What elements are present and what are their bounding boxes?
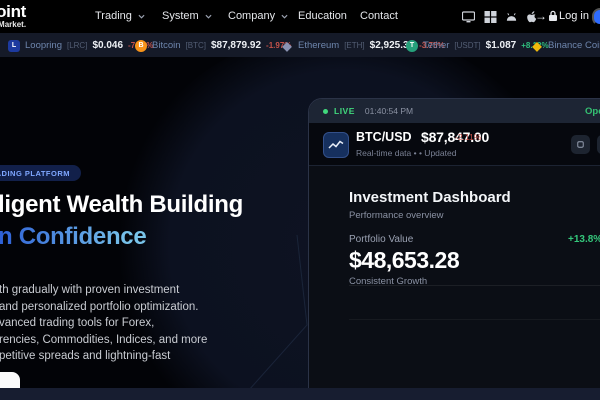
pair-subtext: Real-time data • • Updated bbox=[356, 148, 457, 158]
ticker-name: Bitcoin bbox=[152, 40, 181, 51]
logo-line2: Market. bbox=[0, 20, 27, 29]
nav-item-label: System bbox=[162, 10, 199, 22]
ticker-code: [LRC] bbox=[66, 41, 88, 50]
android-icon[interactable] bbox=[505, 11, 518, 23]
nav-item-education[interactable]: Education bbox=[298, 10, 347, 22]
lock-icon bbox=[549, 10, 557, 21]
login-link[interactable]: Log in bbox=[559, 10, 589, 22]
live-status-bar: LIVE 01:40:54 PM Open bbox=[309, 99, 600, 123]
loopring-icon: L bbox=[8, 39, 20, 52]
nav-item-system[interactable]: System bbox=[162, 10, 212, 22]
crypto-ticker-bar: L Loopring [LRC] $0.046 -7.28% B Bitcoin… bbox=[0, 33, 600, 57]
nav-item-label: Contact bbox=[360, 10, 398, 22]
paragraph-line: vanced trading tools for Forex, bbox=[0, 317, 155, 329]
pair-change: -2.11% bbox=[455, 132, 482, 142]
hero-badge: TRADING PLATFORM bbox=[0, 165, 81, 181]
next-section-strip bbox=[0, 388, 600, 400]
paragraph-line: and personalized portfolio optimization. bbox=[0, 300, 199, 313]
chevron-down-icon bbox=[281, 14, 288, 19]
ethereum-icon: ◆ bbox=[282, 38, 292, 53]
ticker-price: $87,879.92 bbox=[210, 40, 262, 51]
tether-icon: T bbox=[406, 39, 418, 52]
paragraph-line: petitive spreads and lightning-fast bbox=[0, 350, 171, 362]
nav-cta-button[interactable] bbox=[592, 8, 600, 26]
ticker-name: Loopring bbox=[25, 40, 62, 51]
paragraph-line: rencies, Commodities, Indices, and more bbox=[0, 333, 208, 346]
brand-logo[interactable]: point Market. bbox=[0, 3, 26, 29]
ticker-item[interactable]: B Bitcoin [BTC] $87,879.92 -1.97% bbox=[135, 39, 291, 52]
ticker-name: Binance Coin bbox=[548, 40, 600, 51]
live-label: LIVE bbox=[334, 106, 355, 116]
pair-label: BTC/USD bbox=[356, 130, 412, 144]
binance-icon: ◆ bbox=[532, 38, 542, 53]
nav-item-label: Company bbox=[228, 10, 276, 22]
hero-paragraph: th gradually with proven investment and … bbox=[0, 282, 207, 365]
ticker-item[interactable]: T Tether [USDT] $1.087 +8.12% bbox=[406, 39, 549, 52]
hero-badge-label: TRADING PLATFORM bbox=[0, 168, 70, 178]
nav-item-company[interactable]: Company bbox=[228, 10, 288, 22]
ticker-code: [USDT] bbox=[454, 41, 481, 50]
ticker-code: [BTC] bbox=[185, 41, 206, 50]
btc-quote-row: BTC/USD $87,847.00 -2.11% Real-time data… bbox=[309, 123, 600, 166]
paragraph-line: th gradually with proven investment bbox=[0, 284, 180, 296]
nav-item-label: Trading bbox=[95, 10, 132, 22]
desktop-icon[interactable] bbox=[462, 11, 475, 23]
top-navbar: point Market. Trading System Company Edu… bbox=[0, 0, 600, 33]
ticker-name: Ethereum bbox=[298, 40, 340, 51]
windows-icon[interactable] bbox=[484, 11, 497, 23]
portfolio-change-badge: +13.8% bbox=[568, 234, 600, 245]
ticker-name: Tether bbox=[423, 40, 450, 51]
live-dot-icon bbox=[323, 108, 328, 114]
nav-item-label: Education bbox=[298, 10, 347, 22]
login-arrow-icon: → bbox=[535, 9, 547, 23]
ticker-price: $1.087 bbox=[485, 40, 517, 51]
ticker-price: $0.046 bbox=[92, 40, 124, 51]
divider bbox=[349, 319, 600, 320]
ticker-item[interactable]: L Loopring [LRC] $0.046 -7.28% bbox=[8, 39, 153, 52]
portfolio-value-label: Portfolio Value bbox=[349, 234, 414, 245]
logo-line1: point bbox=[0, 2, 27, 21]
chevron-down-icon bbox=[205, 14, 212, 19]
landing-page: point Market. Trading System Company Edu… bbox=[0, 0, 600, 400]
expand-icon-button[interactable] bbox=[571, 135, 590, 154]
hero-title-line2: n Confidence bbox=[0, 223, 147, 250]
portfolio-value: $48,653.28 bbox=[349, 247, 460, 273]
dashboard-card: LIVE 01:40:54 PM Open BTC/USD $87,847.00… bbox=[308, 98, 600, 400]
ticker-code: [ETH] bbox=[344, 41, 365, 50]
open-account-link[interactable]: Open bbox=[585, 106, 600, 117]
divider bbox=[349, 285, 600, 286]
dashboard-subtitle: Performance overview bbox=[349, 210, 444, 221]
bitcoin-icon: B bbox=[135, 39, 147, 52]
nav-item-trading[interactable]: Trading bbox=[95, 10, 145, 22]
line-chart-icon bbox=[323, 132, 349, 158]
live-time: 01:40:54 PM bbox=[364, 106, 414, 116]
dashboard-title: Investment Dashboard bbox=[349, 189, 511, 206]
hero-title-line1: ligent Wealth Building bbox=[0, 191, 243, 218]
ticker-item[interactable]: ◆ Binance Coin [BNB] bbox=[531, 39, 600, 52]
nav-item-contact[interactable]: Contact bbox=[360, 10, 398, 22]
chevron-down-icon bbox=[138, 14, 145, 19]
